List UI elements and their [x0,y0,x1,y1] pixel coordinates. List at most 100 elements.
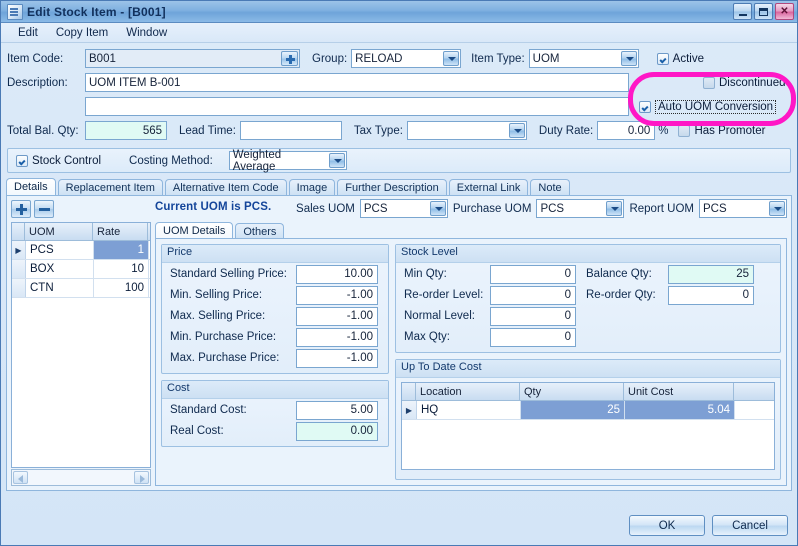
right-column: Stock Level Min Qty: 0 Balance Qty: 25 R… [395,244,781,480]
table-row[interactable]: CTN 100 [12,279,150,298]
uom-grid-header: UOM Rate [12,223,150,241]
tab-further-description[interactable]: Further Description [337,179,447,195]
item-code-lookup-button[interactable] [281,51,298,66]
chevron-down-icon [606,201,623,216]
tab-note[interactable]: Note [530,179,570,195]
checkbox-icon [656,52,669,65]
cost-group-title: Cost [162,381,388,399]
min-selling-price-input[interactable]: -1.00 [296,285,378,305]
lead-time-input[interactable] [239,121,342,140]
checkbox-icon [678,124,691,137]
group-select[interactable]: RELOAD [351,49,462,68]
standard-selling-price-input[interactable]: 10.00 [296,264,378,284]
subtab-others[interactable]: Others [235,223,285,239]
min-qty-input[interactable]: 0 [490,264,576,284]
description-label: Description: [7,76,68,89]
remove-uom-button[interactable] [34,200,54,218]
total-bal-qty-value: 565 [142,124,162,137]
tab-alternative-item-code[interactable]: Alternative Item Code [164,179,287,195]
item-type-select[interactable]: UOM [528,49,639,68]
scroll-left-button[interactable] [13,471,28,484]
tab-external-link[interactable]: External Link [448,179,529,195]
max-qty-label: Max Qty: [404,331,451,343]
subtab-uom-details[interactable]: UOM Details [155,222,234,239]
costing-method-label: Costing Method: [129,154,213,167]
cell-uom: PCS [26,241,94,259]
tab-details[interactable]: Details [6,178,56,195]
window-controls: ✕ [733,3,794,20]
costing-method-select[interactable]: Weighted Average [228,149,347,173]
checkbox-icon [639,100,651,113]
maximize-button[interactable] [754,3,773,20]
dialog-buttons: OK Cancel [629,515,788,536]
menu-bar: Edit Copy Item Window [1,23,797,43]
tax-type-select[interactable] [406,121,527,140]
cell-unit-cost: 5.04 [625,401,735,419]
normal-level-row: Normal Level: 0 [396,305,780,326]
has-promoter-checkbox[interactable]: Has Promoter [678,124,765,137]
discontinued-checkbox[interactable]: Discontinued [703,76,785,89]
report-uom-select[interactable]: PCS [699,199,787,218]
ok-button[interactable]: OK [629,515,705,536]
purchase-uom-value: PCS [540,202,565,215]
table-row[interactable]: ▶ HQ 25 5.04 [402,401,774,420]
details-tab-panel: Current UOM is PCS. Sales UOM PCS Purcha… [6,195,792,491]
menu-item-copy-item[interactable]: Copy Item [47,25,117,41]
balance-qty-input: 25 [668,264,754,284]
up-to-date-cost-grid[interactable]: Location Qty Unit Cost ▶ HQ 25 5.04 [401,382,775,470]
normal-level-input[interactable]: 0 [490,306,576,326]
min-purchase-price-input[interactable]: -1.00 [296,327,378,347]
description2-row: Auto UOM Conversion [7,96,791,117]
duty-rate-input[interactable]: 0.00 [597,121,656,140]
description-input[interactable]: UOM ITEM B-001 [85,73,629,92]
table-row[interactable]: ▶ PCS 1 [12,241,150,260]
column-header-rate: Rate [93,223,148,240]
reorder-level-row: Re-order Level: 0 Re-order Qty: 0 [396,284,780,305]
main-tab-strip: Details Replacement Item Alternative Ite… [6,178,792,195]
chevron-down-icon [328,153,345,168]
close-button[interactable]: ✕ [775,3,794,20]
minimize-button[interactable] [733,3,752,20]
dialog-footer: OK Cancel [1,509,797,545]
group-value: RELOAD [355,52,403,65]
purchase-uom-select[interactable]: PCS [536,199,625,218]
title-bar: Edit Stock Item - [B001] ✕ [1,1,797,23]
min-qty-row: Min Qty: 0 Balance Qty: 25 [396,263,780,284]
add-uom-button[interactable] [11,200,31,218]
window-icon [7,3,23,20]
description2-input[interactable] [85,97,629,116]
reorder-level-input[interactable]: 0 [490,285,576,305]
max-purchase-price-input[interactable]: -1.00 [296,348,378,368]
uom-grid-hscrollbar[interactable] [11,469,151,486]
up-to-date-cost-group: Up To Date Cost Location Qty Unit Cost ▶… [395,359,781,480]
total-bal-qty-input[interactable]: 565 [85,121,167,140]
description-row: Description: UOM ITEM B-001 Discontinued [7,72,791,93]
row-indicator: ▶ [402,401,417,419]
column-header-uom: UOM [25,223,93,240]
min-selling-price-row: Min. Selling Price: -1.00 [162,284,388,305]
max-qty-input[interactable]: 0 [490,327,576,347]
menu-item-window[interactable]: Window [117,25,176,41]
sales-uom-select[interactable]: PCS [359,199,448,218]
standard-cost-input[interactable]: 5.00 [296,400,378,420]
cell-rate: 100 [94,279,149,297]
checkbox-icon [703,76,715,89]
chevron-down-icon [443,51,460,66]
tab-image[interactable]: Image [288,179,336,195]
standard-selling-price-label: Standard Selling Price: [170,268,287,280]
max-selling-price-input[interactable]: -1.00 [296,306,378,326]
tab-replacement-item[interactable]: Replacement Item [57,179,163,195]
table-row[interactable]: BOX 10 [12,260,150,279]
item-code-input[interactable]: B001 [85,49,300,68]
cancel-button[interactable]: Cancel [712,515,788,536]
active-label: Active [672,52,704,65]
scroll-right-button[interactable] [134,471,149,484]
active-checkbox[interactable]: Active [656,52,704,65]
uom-grid[interactable]: UOM Rate ▶ PCS 1 BOX 10 CTN 100 [11,222,151,468]
auto-uom-conversion-checkbox[interactable]: Auto UOM Conversion [639,99,777,114]
min-qty-label: Min Qty: [404,268,447,280]
stock-control-checkbox[interactable]: Stock Control [16,154,101,167]
sales-uom-value: PCS [363,202,388,215]
reorder-qty-input[interactable]: 0 [668,285,754,305]
menu-item-edit[interactable]: Edit [9,25,47,41]
